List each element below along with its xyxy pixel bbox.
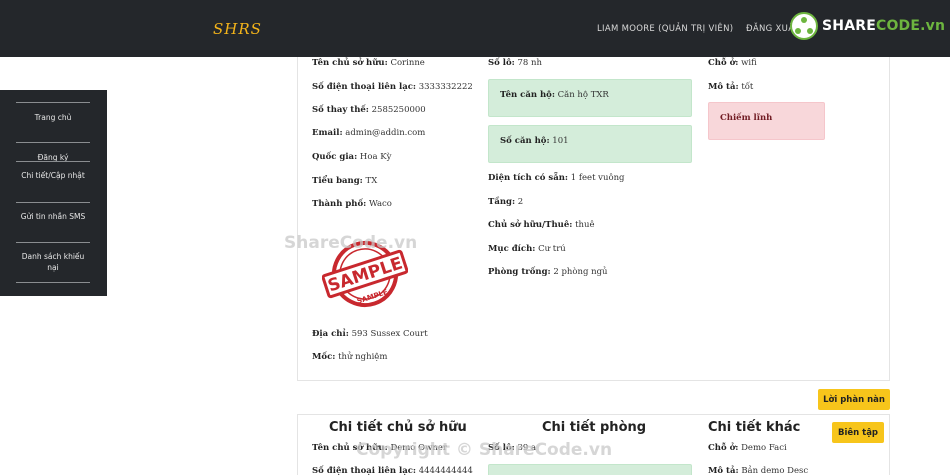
- owner-alt-phone-field: Số thay thế: 2585250000: [312, 105, 426, 115]
- sidebar-item-details-update[interactable]: Chi tiết/Cập nhật: [16, 161, 90, 202]
- watermark-text: ShareCode.vn: [284, 233, 418, 253]
- owner2-phone-field: Số điện thoại liên lạc: 4444444444: [312, 466, 473, 475]
- owner-address-field: Địa chỉ: 593 Sussex Court: [312, 329, 428, 339]
- owner-email-field: Email: admin@addin.com: [312, 128, 426, 138]
- owner-details-title: Chi tiết chủ sở hữu: [329, 420, 467, 435]
- room-purpose-field: Mục đích: Cư trú: [488, 244, 566, 254]
- sidebar-item-complaints[interactable]: Danh sách khiếu nại: [16, 242, 90, 282]
- edit-button[interactable]: Biên tập: [832, 422, 884, 443]
- owner-landmark-field: Mốc: thử nghiệm: [312, 352, 388, 362]
- room-plot-field: Số lô: 78 nh: [488, 58, 542, 68]
- sharecode-logo-icon: [790, 12, 818, 40]
- owner-phone-field: Số điện thoại liên lạc: 3333332222: [312, 82, 473, 92]
- room-details-title: Chi tiết phòng: [542, 420, 647, 435]
- room-area-field: Diện tích có sẵn: 1 feet vuông: [488, 173, 625, 183]
- owner-state-field: Tiểu bang: TX: [312, 176, 378, 186]
- owner-country-field: Quốc gia: Hoa Kỳ: [312, 152, 392, 162]
- sidebar-item-home[interactable]: Trang chủ: [16, 102, 90, 142]
- complaint-button[interactable]: Lời phàn nàn: [818, 389, 890, 410]
- room-vacancy-field: Phòng trống: 2 phòng ngủ: [488, 267, 608, 277]
- apartment2-name-alert: [488, 464, 692, 475]
- top-navbar: SHRS LIAM MOORE (QUẢN TRỊ VIÊN) ĐĂNG XUẤ…: [0, 0, 950, 57]
- sidebar-divider: [16, 282, 90, 283]
- sidebar-item-send-sms[interactable]: Gửi tin nhắn SMS: [16, 202, 90, 242]
- sharecode-logo: SHARECODE.vn: [790, 12, 945, 40]
- occupancy-status-alert: Chiếm lĩnh: [708, 102, 825, 140]
- room-floor-field: Tầng: 2: [488, 197, 524, 207]
- other2-description-field: Mô tả: Bản demo Desc: [708, 466, 809, 475]
- apartment-number-alert: Số căn hộ: 101: [488, 125, 692, 163]
- apartment-name-alert: Tên căn hộ: Căn hộ TXR: [488, 79, 692, 117]
- sidebar: Trang chủ Đăng ký Chi tiết/Cập nhật Gửi …: [0, 90, 107, 296]
- nav-user-name[interactable]: LIAM MOORE (QUẢN TRỊ VIÊN): [597, 24, 733, 34]
- other-facility-field: Chỗ ở: wifi: [708, 58, 757, 68]
- copyright-watermark: Copyright © ShareCode.vn: [356, 440, 613, 460]
- other-description-field: Mô tả: tốt: [708, 82, 754, 92]
- room-ownership-field: Chủ sở hữu/Thuê: thuê: [488, 220, 595, 230]
- sharecode-logo-text: SHARECODE.vn: [822, 18, 946, 34]
- brand-logo[interactable]: SHRS: [213, 20, 262, 38]
- other-details-title: Chi tiết khác: [708, 420, 801, 435]
- owner-city-field: Thành phố: Waco: [312, 199, 392, 209]
- owner-name-field: Tên chủ sở hữu: Corinne: [312, 58, 425, 68]
- other2-facility-field: Chỗ ở: Demo Faci: [708, 443, 787, 453]
